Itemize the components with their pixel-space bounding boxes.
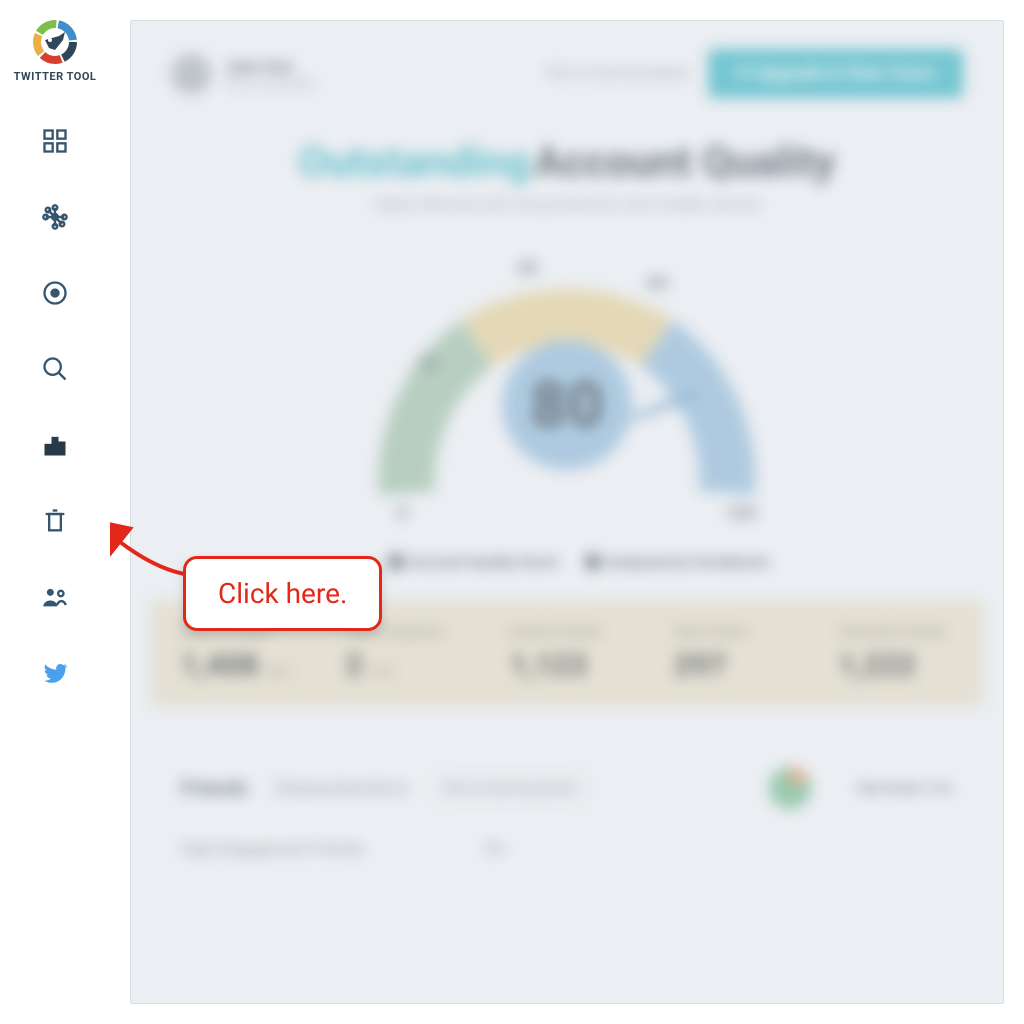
annotation-arrow	[105, 530, 195, 594]
search-nav-item[interactable]	[33, 349, 77, 393]
annotation-callout: Click here.	[183, 556, 382, 631]
search-icon	[41, 355, 69, 387]
app-logo: TWITTER TOOL	[14, 18, 97, 83]
logo-icon	[31, 18, 79, 66]
trash-icon	[41, 507, 69, 539]
dashboard-nav-item[interactable]	[33, 121, 77, 165]
target-nav-item[interactable]	[33, 273, 77, 317]
twitter-icon	[41, 659, 69, 691]
bar-chart-icon	[41, 431, 69, 463]
trash-nav-item[interactable]	[33, 501, 77, 545]
target-icon	[41, 279, 69, 311]
sidebar: TWITTER TOOL	[0, 0, 110, 1024]
people-icon	[41, 583, 69, 615]
logo-label: TWITTER TOOL	[14, 70, 97, 83]
grid-icon	[41, 127, 69, 159]
twitter-nav-item[interactable]	[33, 653, 77, 697]
friends-nav-item[interactable]	[33, 577, 77, 621]
network-icon	[41, 203, 69, 235]
network-nav-item[interactable]	[33, 197, 77, 241]
stats-nav-item[interactable]	[33, 425, 77, 469]
main-content: John Doe This is a preview This is a dum…	[110, 0, 1024, 1024]
